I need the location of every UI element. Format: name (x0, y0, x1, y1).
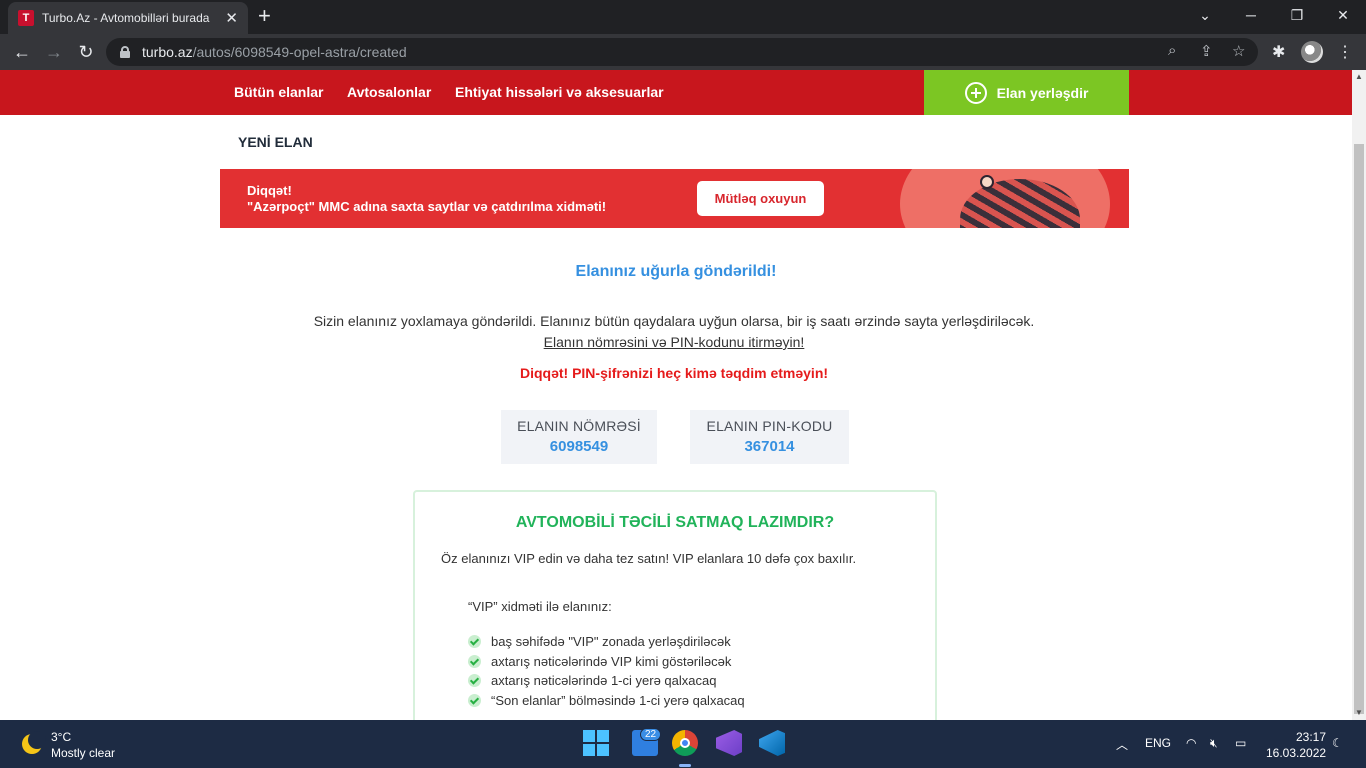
more-menu-icon[interactable]: ⋮ (1337, 42, 1353, 62)
share-icon[interactable]: ⇪ (1200, 42, 1213, 60)
bookmark-star-icon[interactable]: ☆ (1232, 42, 1245, 60)
moon-weather-icon[interactable] (22, 731, 46, 754)
window-close-button[interactable]: ✕ (1320, 4, 1366, 26)
chrome-icon[interactable] (672, 730, 698, 756)
url-host: turbo.az (142, 44, 193, 60)
windows-start-icon[interactable] (583, 730, 609, 756)
vip-title: AVTOMOBİLİ TƏCİLİ SATMAQ LAZIMDIR? (515, 514, 835, 531)
scroll-thumb[interactable] (1354, 144, 1364, 714)
list-item: axtarış nəticələrində VIP kimi göstərilə… (468, 652, 745, 672)
check-icon (468, 693, 481, 707)
tab-search-dropdown-icon[interactable]: ⌄ (1182, 4, 1228, 26)
check-icon (468, 635, 481, 649)
page-scrollbar[interactable]: ▲ ▼ (1352, 70, 1366, 720)
list-item: baş səhifədə "VIP" zonada yerləşdiriləcə… (468, 632, 745, 652)
new-tab-button[interactable]: + (258, 4, 271, 28)
browser-tab[interactable]: T Turbo.Az - Avtomobilləri burada ✕ (8, 2, 248, 34)
battery-icon[interactable]: ▭ (1235, 736, 1246, 750)
post-listing-label: Elan yerləşdir (996, 84, 1089, 101)
vip-subtitle: “VIP” xidməti ilə elanınız: (468, 599, 612, 614)
forward-arrow-icon[interactable]: → (42, 40, 66, 64)
turbo-az-favicon-icon: T (18, 10, 34, 26)
listing-pin-box: ELANIN PIN-KODU 367014 (690, 410, 849, 464)
notifications-moon-icon[interactable]: ☾ (1332, 736, 1343, 750)
listing-pin-value: 367014 (744, 438, 795, 455)
profile-avatar[interactable] (1301, 41, 1323, 63)
scroll-down-icon[interactable]: ▼ (1352, 706, 1366, 720)
post-listing-button[interactable]: Elan yerləşdir (924, 70, 1129, 115)
widgets-badge: 22 (640, 728, 662, 741)
listing-number-label: ELANIN NÖMRƏSİ (517, 418, 641, 434)
banner-text: Diqqət! "Azərpoçt" MMC adına saxta saytl… (247, 183, 606, 215)
keep-pin-link[interactable]: Elanın nömrəsini və PIN-kodunu itirməyin… (0, 334, 1348, 350)
extensions-puzzle-icon[interactable]: ✱ (1272, 42, 1285, 62)
list-item: “Son elanlar” bölməsində 1-ci yerə qalxa… (468, 691, 745, 711)
page-title: YENİ ELAN (238, 134, 313, 150)
back-arrow-icon[interactable]: ← (10, 40, 34, 64)
success-title: Elanınız uğurla göndərildi! (575, 263, 777, 280)
show-hidden-icons-chevron-icon[interactable]: ︿ (1116, 736, 1128, 753)
clock-time[interactable]: 23:17 (1296, 730, 1326, 744)
site-header: Bütün elanlar Avtosalonlar Ehtiyat hissə… (0, 70, 1352, 115)
windows-taskbar: 3°C Mostly clear 22 ︿ ENG ◠ 🔇︎ ▭ 23:17 1… (0, 720, 1366, 768)
weather-temperature[interactable]: 3°C (51, 730, 71, 744)
vip-benefits-list: baş səhifədə "VIP" zonada yerləşdiriləcə… (468, 632, 745, 710)
banner-line-1: Diqqət! (247, 183, 292, 198)
courier-figure-icon (980, 175, 994, 189)
nav-dealerships[interactable]: Avtosalonlar (347, 84, 431, 100)
active-app-indicator (679, 764, 691, 767)
zoom-search-icon[interactable]: ⌕ (1168, 42, 1176, 59)
listing-number-box: ELANIN NÖMRƏSİ 6098549 (501, 410, 657, 464)
weather-description[interactable]: Mostly clear (51, 746, 115, 760)
window-maximize-button[interactable]: ❐ (1274, 4, 1320, 26)
browser-toolbar: ← → ↻ turbo.az /autos/6098549-opel-astra… (0, 34, 1366, 70)
plus-circle-icon (964, 81, 987, 104)
vscode-icon[interactable] (759, 730, 785, 756)
listing-pin-label: ELANIN PIN-KODU (706, 418, 833, 434)
check-icon (468, 654, 481, 668)
window-minimize-button[interactable]: ─ (1228, 4, 1274, 26)
nav-spare-parts[interactable]: Ehtiyat hissələri və aksesuarlar (455, 84, 664, 100)
review-info-text: Sizin elanınız yoxlamaya göndərildi. Ela… (313, 313, 1035, 329)
tab-close-icon[interactable]: ✕ (225, 9, 238, 27)
address-bar[interactable]: turbo.az /autos/6098549-opel-astra/creat… (106, 38, 1258, 66)
check-icon (468, 674, 481, 688)
vip-promo-card: AVTOMOBİLİ TƏCİLİ SATMAQ LAZIMDIR? Öz el… (413, 490, 937, 730)
nav-all-listings[interactable]: Bütün elanlar (234, 84, 323, 100)
visual-studio-icon[interactable] (716, 730, 742, 756)
url-path: /autos/6098549-opel-astra/created (192, 44, 407, 60)
reload-icon[interactable]: ↻ (74, 40, 98, 64)
tab-title: Turbo.Az - Avtomobilləri burada (42, 11, 210, 25)
browser-tab-bar: T Turbo.Az - Avtomobilləri burada ✕ + ⌄ … (0, 0, 1366, 34)
fraud-warning-banner[interactable]: Diqqət! "Azərpoçt" MMC adına saxta saytl… (220, 169, 1129, 228)
vip-description: Öz elanınızı VIP edin və daha tez satın!… (441, 551, 857, 566)
speaker-muted-icon[interactable]: 🔇︎ (1210, 736, 1218, 751)
listing-number-value: 6098549 (549, 438, 609, 455)
list-item: axtarış nəticələrində 1-ci yerə qalxacaq (468, 671, 745, 691)
input-language[interactable]: ENG (1145, 736, 1171, 750)
lock-icon (120, 46, 130, 58)
scroll-up-icon[interactable]: ▲ (1352, 70, 1366, 84)
pin-warning-text: Diqqət! PIN-şifrənizi heç kimə təqdim et… (519, 365, 829, 381)
clock-date[interactable]: 16.03.2022 (1266, 746, 1326, 760)
banner-line-2: "Azərpoçt" MMC adına saxta saytlar və ça… (247, 199, 607, 214)
must-read-button[interactable]: Mütləq oxuyun (697, 181, 824, 216)
wifi-icon[interactable]: ◠ (1186, 736, 1196, 750)
